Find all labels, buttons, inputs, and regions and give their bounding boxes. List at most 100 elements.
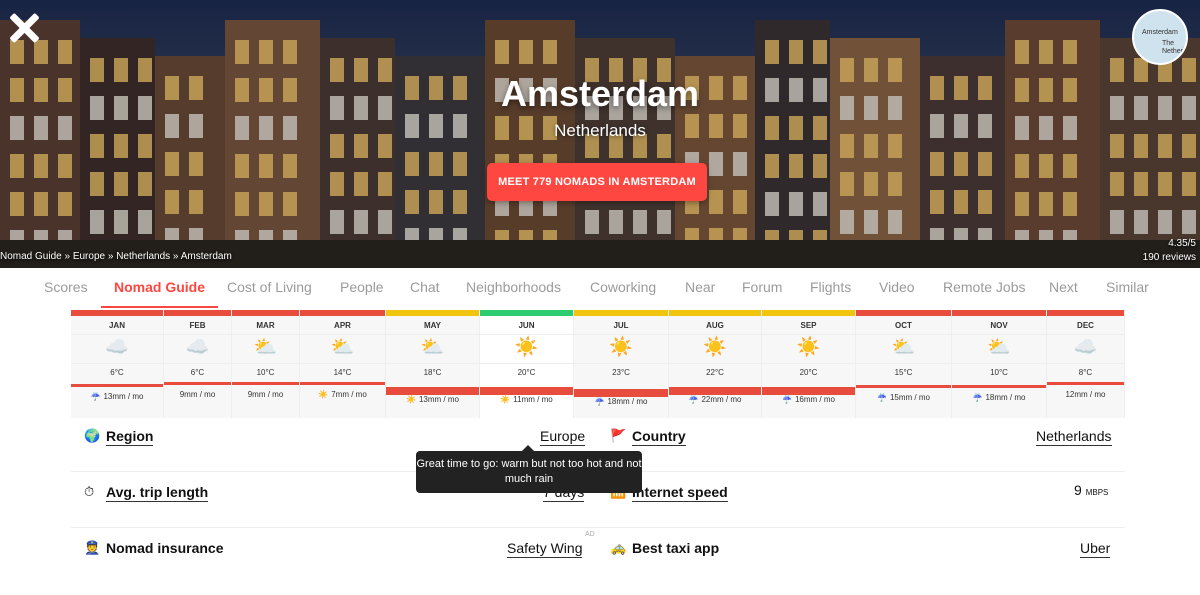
divider <box>669 363 761 364</box>
tab-cost-of-living[interactable]: Cost of Living <box>227 268 312 308</box>
taxi-value[interactable]: Uber <box>1080 540 1111 558</box>
month-rainfall: ☔ 13mm / mo <box>71 392 163 401</box>
climate-month-apr[interactable]: APR ⛅ 14°C ☀️ 7mm / mo <box>300 310 386 418</box>
climate-month-mar[interactable]: MAR ⛅ 10°C 9mm / mo <box>232 310 300 418</box>
month-temperature: 15°C <box>894 368 913 377</box>
tab-remote-jobs[interactable]: Remote Jobs <box>943 268 1025 308</box>
sun-icon: ☀️ <box>318 390 329 399</box>
month-rainfall: 9mm / mo <box>164 390 231 399</box>
sun-icon: ☀️ <box>703 337 727 358</box>
climate-status-bar <box>762 310 855 316</box>
month-name: MAR <box>256 321 275 330</box>
rain-indicator-bar <box>71 384 163 387</box>
divider <box>952 363 1046 364</box>
tab-flights[interactable]: Flights <box>810 268 851 308</box>
month-name: NOV <box>990 321 1008 330</box>
internet-unit: MBPS <box>1085 488 1109 497</box>
rain-indicator-bar <box>480 387 573 395</box>
rainfall-value: 22mm / mo <box>701 395 742 404</box>
month-name: JAN <box>108 321 125 330</box>
globe-icon: 🌍 <box>84 428 101 443</box>
tab-video[interactable]: Video <box>879 268 915 308</box>
month-rainfall: ☔ 15mm / mo <box>856 393 951 402</box>
climate-month-jun[interactable]: JUN ☀️ 20°C ☀️ 11mm / mo <box>480 310 574 418</box>
rainfall-value: 9mm / mo <box>247 390 284 399</box>
breadcrumb-item[interactable]: Nomad Guide <box>0 251 62 262</box>
month-temperature: 14°C <box>333 368 352 377</box>
divider <box>232 334 299 335</box>
meet-nomads-button[interactable]: MEET 779 NOMADS IN AMSTERDAM <box>487 163 707 201</box>
climate-status-bar <box>952 310 1046 316</box>
rain-icon: ☔ <box>594 397 605 406</box>
climate-status-bar <box>856 310 951 316</box>
tab-next[interactable]: Next <box>1049 268 1078 308</box>
tab-neighborhoods[interactable]: Neighborhoods <box>466 268 561 308</box>
climate-status-bar <box>574 310 668 316</box>
rain-indicator-bar <box>386 387 479 395</box>
police-officer-icon: 👮 <box>84 540 101 555</box>
tab-people[interactable]: People <box>340 268 384 308</box>
divider <box>232 363 299 364</box>
country-value[interactable]: Netherlands <box>1036 428 1112 446</box>
tab-coworking[interactable]: Coworking <box>590 268 656 308</box>
month-rainfall: ☀️ 11mm / mo <box>480 395 573 404</box>
climate-month-may[interactable]: MAY ⛅ 18°C ☀️ 13mm / mo <box>386 310 480 418</box>
rain-indicator-bar <box>1047 382 1124 385</box>
climate-month-jan[interactable]: JAN ☁️ 6°C ☔ 13mm / mo <box>71 310 164 418</box>
climate-month-dec[interactable]: DEC ☁️ 8°C 12mm / mo <box>1047 310 1125 418</box>
breadcrumb-item[interactable]: Europe <box>73 251 105 262</box>
country-subtitle: Netherlands <box>554 121 646 140</box>
rain-indicator-bar <box>164 382 231 385</box>
month-temperature: 6°C <box>190 368 205 377</box>
breadcrumb-item[interactable]: Amsterdam <box>181 251 232 262</box>
climate-month-aug[interactable]: AUG ☀️ 22°C ☔ 22mm / mo <box>669 310 762 418</box>
month-temperature: 22°C <box>706 368 724 377</box>
tab-chat[interactable]: Chat <box>410 268 440 308</box>
sun-icon: ☀️ <box>406 395 416 404</box>
month-temperature: 8°C <box>1078 368 1093 377</box>
rain-indicator-bar <box>232 382 299 385</box>
close-button[interactable] <box>8 12 40 44</box>
month-temperature: 10°C <box>256 368 275 377</box>
tab-scores[interactable]: Scores <box>44 268 88 308</box>
month-temperature: 6°C <box>110 368 124 377</box>
climate-month-feb[interactable]: FEB ☁️ 6°C 9mm / mo <box>164 310 232 418</box>
cloud-icon: ☁️ <box>105 337 129 358</box>
month-name: AUG <box>706 321 724 330</box>
rating-score: 4.35/5 <box>1168 238 1196 249</box>
climate-status-bar <box>232 310 299 316</box>
internet-label[interactable]: Internet speed <box>632 484 728 502</box>
country-label[interactable]: Country <box>632 428 686 446</box>
divider <box>300 363 385 364</box>
climate-month-sep[interactable]: SEP ☀️ 20°C ☔ 16mm / mo <box>762 310 856 418</box>
tab-nomad-guide[interactable]: Nomad Guide <box>101 268 219 308</box>
map-thumbnail[interactable]: Amsterdam The Netherl <box>1132 9 1188 65</box>
rain-icon: ☔ <box>688 395 699 404</box>
breadcrumb-item[interactable]: Netherlands <box>116 251 170 262</box>
region-value[interactable]: Europe <box>540 428 586 446</box>
region-label[interactable]: Region <box>106 428 154 446</box>
divider <box>762 363 855 364</box>
month-name: MAY <box>423 321 442 330</box>
review-count[interactable]: 190 reviews <box>1143 251 1196 265</box>
rain-indicator-bar <box>762 387 855 395</box>
climate-status-bar <box>386 310 479 316</box>
tab-similar[interactable]: Similar <box>1106 268 1149 308</box>
rainfall-value: 15mm / mo <box>889 393 930 402</box>
climate-month-nov[interactable]: NOV ⛅ 10°C ☔ 18mm / mo <box>952 310 1047 418</box>
taxi-icon: 🚕 <box>610 540 627 555</box>
tab-forum[interactable]: Forum <box>742 268 782 308</box>
month-name: OCT <box>895 321 912 330</box>
month-rainfall: ☔ 16mm / mo <box>762 395 855 404</box>
internet-row: 📶 Internet speed 9 MBPS <box>610 482 1125 539</box>
trip-length-label[interactable]: Avg. trip length <box>106 484 209 502</box>
insurance-value[interactable]: Safety Wing <box>507 540 583 558</box>
tab-bar: Scores Nomad Guide Cost of Living People… <box>0 268 1200 310</box>
cloud-icon: ☁️ <box>1073 337 1098 358</box>
divider <box>164 363 231 364</box>
tab-near[interactable]: Near <box>685 268 715 308</box>
climate-month-jul[interactable]: JUL ☀️ 23°C ☔ 18mm / mo <box>574 310 669 418</box>
rating: 4.35/5 190 reviews <box>1143 237 1196 265</box>
divider <box>300 334 385 335</box>
climate-month-oct[interactable]: OCT ⛅ 15°C ☔ 15mm / mo <box>856 310 952 418</box>
